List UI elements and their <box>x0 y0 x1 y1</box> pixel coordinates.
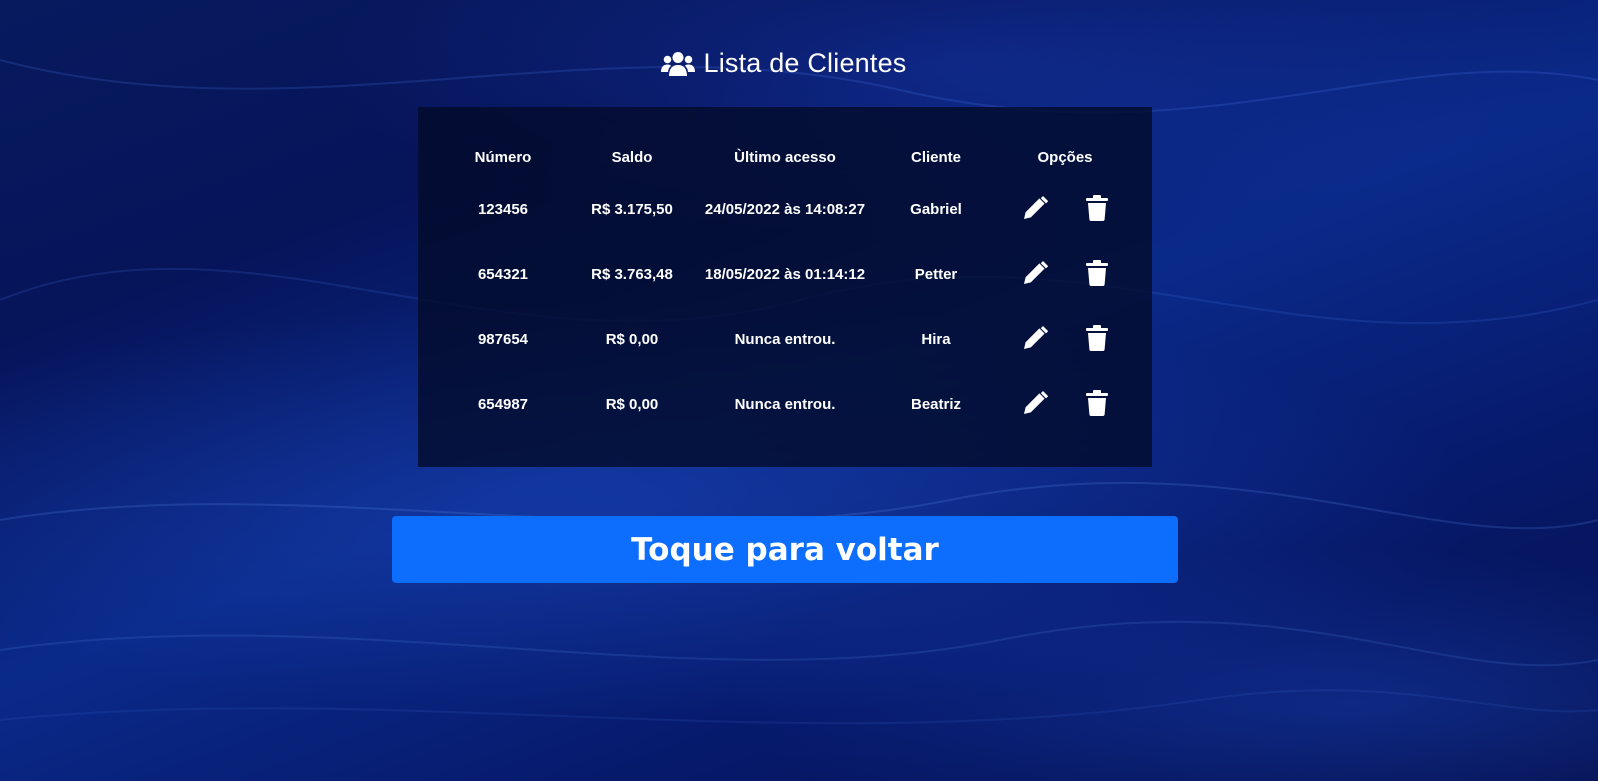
cell-cliente: Hira <box>921 331 951 348</box>
edit-button[interactable] <box>1022 390 1049 420</box>
column-header-ultimo-acesso: Ùltimo acesso <box>734 148 836 166</box>
cell-opcoes <box>1002 242 1128 307</box>
cell-opcoes <box>1002 177 1128 242</box>
pencil-icon <box>1022 390 1049 420</box>
cell-saldo: R$ 3.763,48 <box>591 266 673 283</box>
edit-button[interactable] <box>1022 325 1049 355</box>
clients-table: Número Saldo Ùltimo acesso Cliente Opçõe… <box>442 137 1128 437</box>
cell-saldo: R$ 3.175,50 <box>591 201 673 218</box>
pencil-icon <box>1022 195 1049 225</box>
back-button[interactable]: Toque para voltar <box>392 516 1178 583</box>
cell-ultimo-acesso: 18/05/2022 às 01:14:12 <box>704 266 866 283</box>
delete-button[interactable] <box>1086 389 1108 420</box>
column-header-numero: Número <box>474 148 532 166</box>
delete-button[interactable] <box>1086 194 1108 225</box>
cell-ultimo-acesso: 24/05/2022 às 14:08:27 <box>704 201 866 218</box>
trash-icon <box>1086 389 1108 420</box>
table-row: 654987 R$ 0,00 Nunca entrou. Beatriz <box>442 372 1128 437</box>
cell-numero: 654321 <box>477 266 529 283</box>
pencil-icon <box>1022 325 1049 355</box>
page-title-text: Lista de Clientes <box>703 48 907 78</box>
pencil-icon <box>1022 260 1049 290</box>
trash-icon <box>1086 324 1108 355</box>
cell-numero: 987654 <box>477 331 529 348</box>
cell-numero: 654987 <box>477 396 529 413</box>
table-header-row: Número Saldo Ùltimo acesso Cliente Opçõe… <box>442 137 1128 177</box>
cell-ultimo-acesso: Nunca entrou. <box>734 331 836 348</box>
cell-ultimo-acesso: Nunca entrou. <box>734 396 836 413</box>
edit-button[interactable] <box>1022 260 1049 290</box>
table-row: 654321 R$ 3.763,48 18/05/2022 às 01:14:1… <box>442 242 1128 307</box>
delete-button[interactable] <box>1086 324 1108 355</box>
column-header-opcoes: Opções <box>1037 148 1093 166</box>
delete-button[interactable] <box>1086 259 1108 290</box>
cell-cliente: Gabriel <box>910 201 962 218</box>
cell-cliente: Beatriz <box>910 396 962 413</box>
table-row: 123456 R$ 3.175,50 24/05/2022 às 14:08:2… <box>442 177 1128 242</box>
clients-table-panel: Número Saldo Ùltimo acesso Cliente Opçõe… <box>418 107 1152 467</box>
cell-cliente: Petter <box>914 266 958 283</box>
trash-icon <box>1086 259 1108 290</box>
table-row: 987654 R$ 0,00 Nunca entrou. Hira <box>442 307 1128 372</box>
page-title: Lista de Clientes <box>0 48 1568 79</box>
edit-button[interactable] <box>1022 195 1049 225</box>
cell-saldo: R$ 0,00 <box>605 396 659 413</box>
cell-saldo: R$ 0,00 <box>605 331 659 348</box>
cell-numero: 123456 <box>477 201 529 218</box>
cell-opcoes <box>1002 307 1128 372</box>
trash-icon <box>1086 194 1108 225</box>
column-header-cliente: Cliente <box>910 148 961 166</box>
column-header-saldo: Saldo <box>611 148 653 166</box>
users-icon <box>661 50 696 78</box>
cell-opcoes <box>1002 372 1128 437</box>
